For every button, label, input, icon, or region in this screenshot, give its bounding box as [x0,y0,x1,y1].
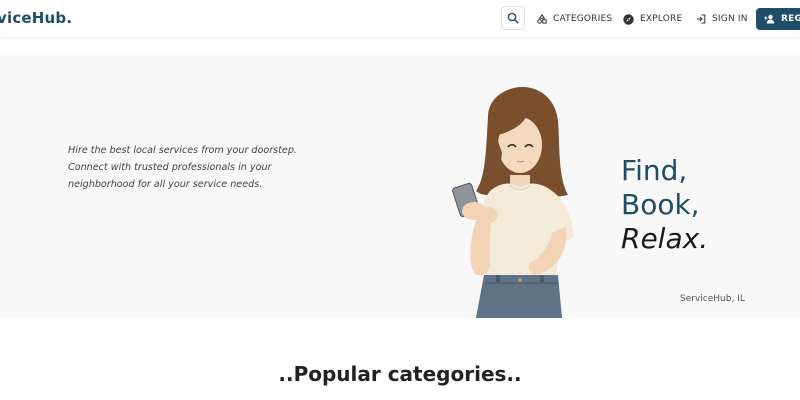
register-button[interactable]: REGI [756,8,800,30]
headline-book: Book, [621,188,700,221]
headline-relax: Relax. [621,222,709,255]
nav-signin-label: SIGN IN [712,14,748,24]
popular-categories-title: ..Popular categories.. [278,362,522,386]
headline-find: Find, [621,154,688,187]
search-button[interactable] [501,6,525,30]
navbar: viceHub. CATEGORIES EXPLORE SIGN IN REG [0,0,800,38]
hero-description-line: neighborhood for all your service needs. [68,179,263,190]
nav-explore-link[interactable]: EXPLORE [623,12,682,26]
register-label: REGI [781,14,800,24]
person-add-icon [764,14,775,24]
nav-explore-label: EXPLORE [640,14,683,24]
nav-categories-link[interactable]: CATEGORIES [537,12,612,26]
search-icon [507,12,519,24]
brand-logo[interactable]: viceHub. [0,9,72,27]
hero-headline: Find, Book, Relax. [621,154,708,256]
nav-categories-label: CATEGORIES [553,14,613,24]
nav-signin-link[interactable]: SIGN IN [696,12,748,26]
hero-description-line: Connect with trusted professionals in yo… [68,162,272,173]
hero-description: Hire the best local services from your d… [68,142,328,193]
woman-using-phone-illustration [452,87,574,318]
compass-icon [623,13,634,25]
shapes-icon [537,14,547,24]
hero-description-line: Hire the best local services from your d… [68,145,297,156]
hero-location: ServiceHub, IL [680,294,745,304]
sign-in-icon [696,14,706,24]
hero-section: Hire the best local services from your d… [0,55,800,318]
